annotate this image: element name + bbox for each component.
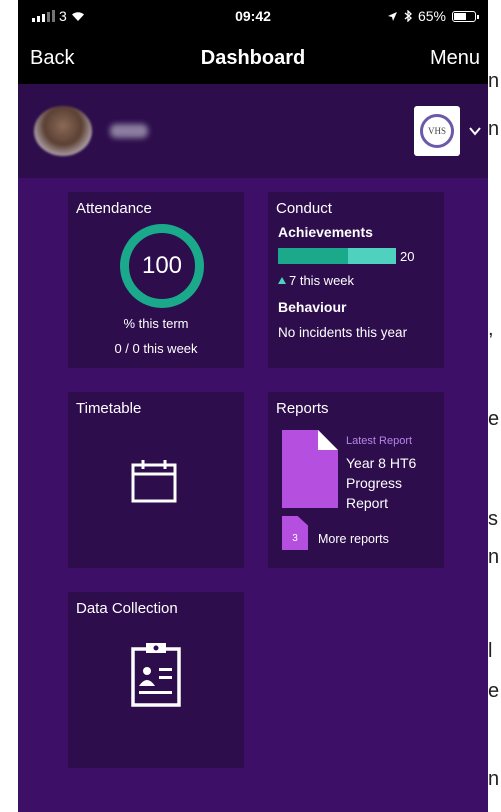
school-logo[interactable]: VHS <box>414 106 460 156</box>
attendance-term-label: % this term <box>123 316 189 331</box>
achievements-count: 20 <box>400 249 415 264</box>
background-page: n n , e s n l e n <box>488 0 501 812</box>
user-name-blurred <box>110 124 148 138</box>
bg-text: s <box>488 508 498 530</box>
timetable-tile[interactable]: Timetable <box>68 392 244 568</box>
chevron-down-icon[interactable] <box>468 124 482 138</box>
status-bar: 3 09:42 65% <box>18 0 488 32</box>
bluetooth-icon <box>404 10 412 22</box>
battery-icon <box>452 10 479 22</box>
calendar-icon <box>131 460 177 503</box>
bg-text: , <box>488 318 494 340</box>
reports-tile[interactable]: Reports Latest Report Year 8 HT6 Progres… <box>268 392 444 568</box>
conduct-tile[interactable]: Conduct Achievements 20 7 this week Beha… <box>268 192 444 368</box>
conduct-title: Conduct <box>276 200 332 217</box>
data-collection-tile[interactable]: Data Collection <box>68 592 244 768</box>
bg-text: n <box>488 768 500 790</box>
achievements-week-label: 7 this week <box>289 273 355 288</box>
document-fold-icon <box>318 430 338 450</box>
more-reports-link[interactable]: More reports <box>318 532 389 546</box>
bg-text: n <box>488 546 500 568</box>
bg-text: e <box>488 408 500 430</box>
latest-report-name[interactable]: Year 8 HT6 Progress Report <box>346 453 440 513</box>
clipboard-icon <box>131 643 181 707</box>
bg-text: e <box>488 680 500 702</box>
attendance-title: Attendance <box>76 200 152 217</box>
attendance-tile[interactable]: Attendance 100 % this term 0 / 0 this we… <box>68 192 244 368</box>
achievements-week-bar <box>348 248 396 264</box>
more-reports-icon: 3 <box>282 516 308 550</box>
battery-percent: 65% <box>417 8 446 24</box>
avatar <box>34 106 92 156</box>
bg-text: n <box>488 118 500 140</box>
achievements-label: Achievements <box>278 224 373 240</box>
reports-title: Reports <box>276 400 329 417</box>
bg-text: l <box>488 640 493 662</box>
phone-screen: 3 09:42 65% Back Dashboard Menu VHS Atte… <box>18 0 488 812</box>
page-title: Dashboard <box>200 47 306 69</box>
behaviour-label: Behaviour <box>278 299 347 315</box>
behaviour-text: No incidents this year <box>278 325 408 340</box>
more-reports-count: 3 <box>292 533 298 544</box>
up-arrow-icon <box>278 277 286 284</box>
attendance-value: 100 <box>141 252 183 279</box>
navigation-bar: Back Dashboard Menu <box>18 32 488 84</box>
latest-report-label: Latest Report <box>346 435 413 447</box>
timetable-title: Timetable <box>76 400 142 417</box>
location-icon <box>387 11 397 21</box>
bg-text: n <box>488 70 500 92</box>
achievements-week: 7 this week <box>278 273 354 288</box>
menu-button[interactable]: Menu <box>430 47 480 70</box>
data-collection-title: Data Collection <box>76 600 178 617</box>
status-right: 65% <box>387 8 479 24</box>
school-crest: VHS <box>420 114 454 148</box>
profile-bar[interactable]: VHS <box>18 84 488 178</box>
attendance-ring: 100 <box>120 224 204 308</box>
attendance-week-label: 0 / 0 this week <box>114 341 198 356</box>
